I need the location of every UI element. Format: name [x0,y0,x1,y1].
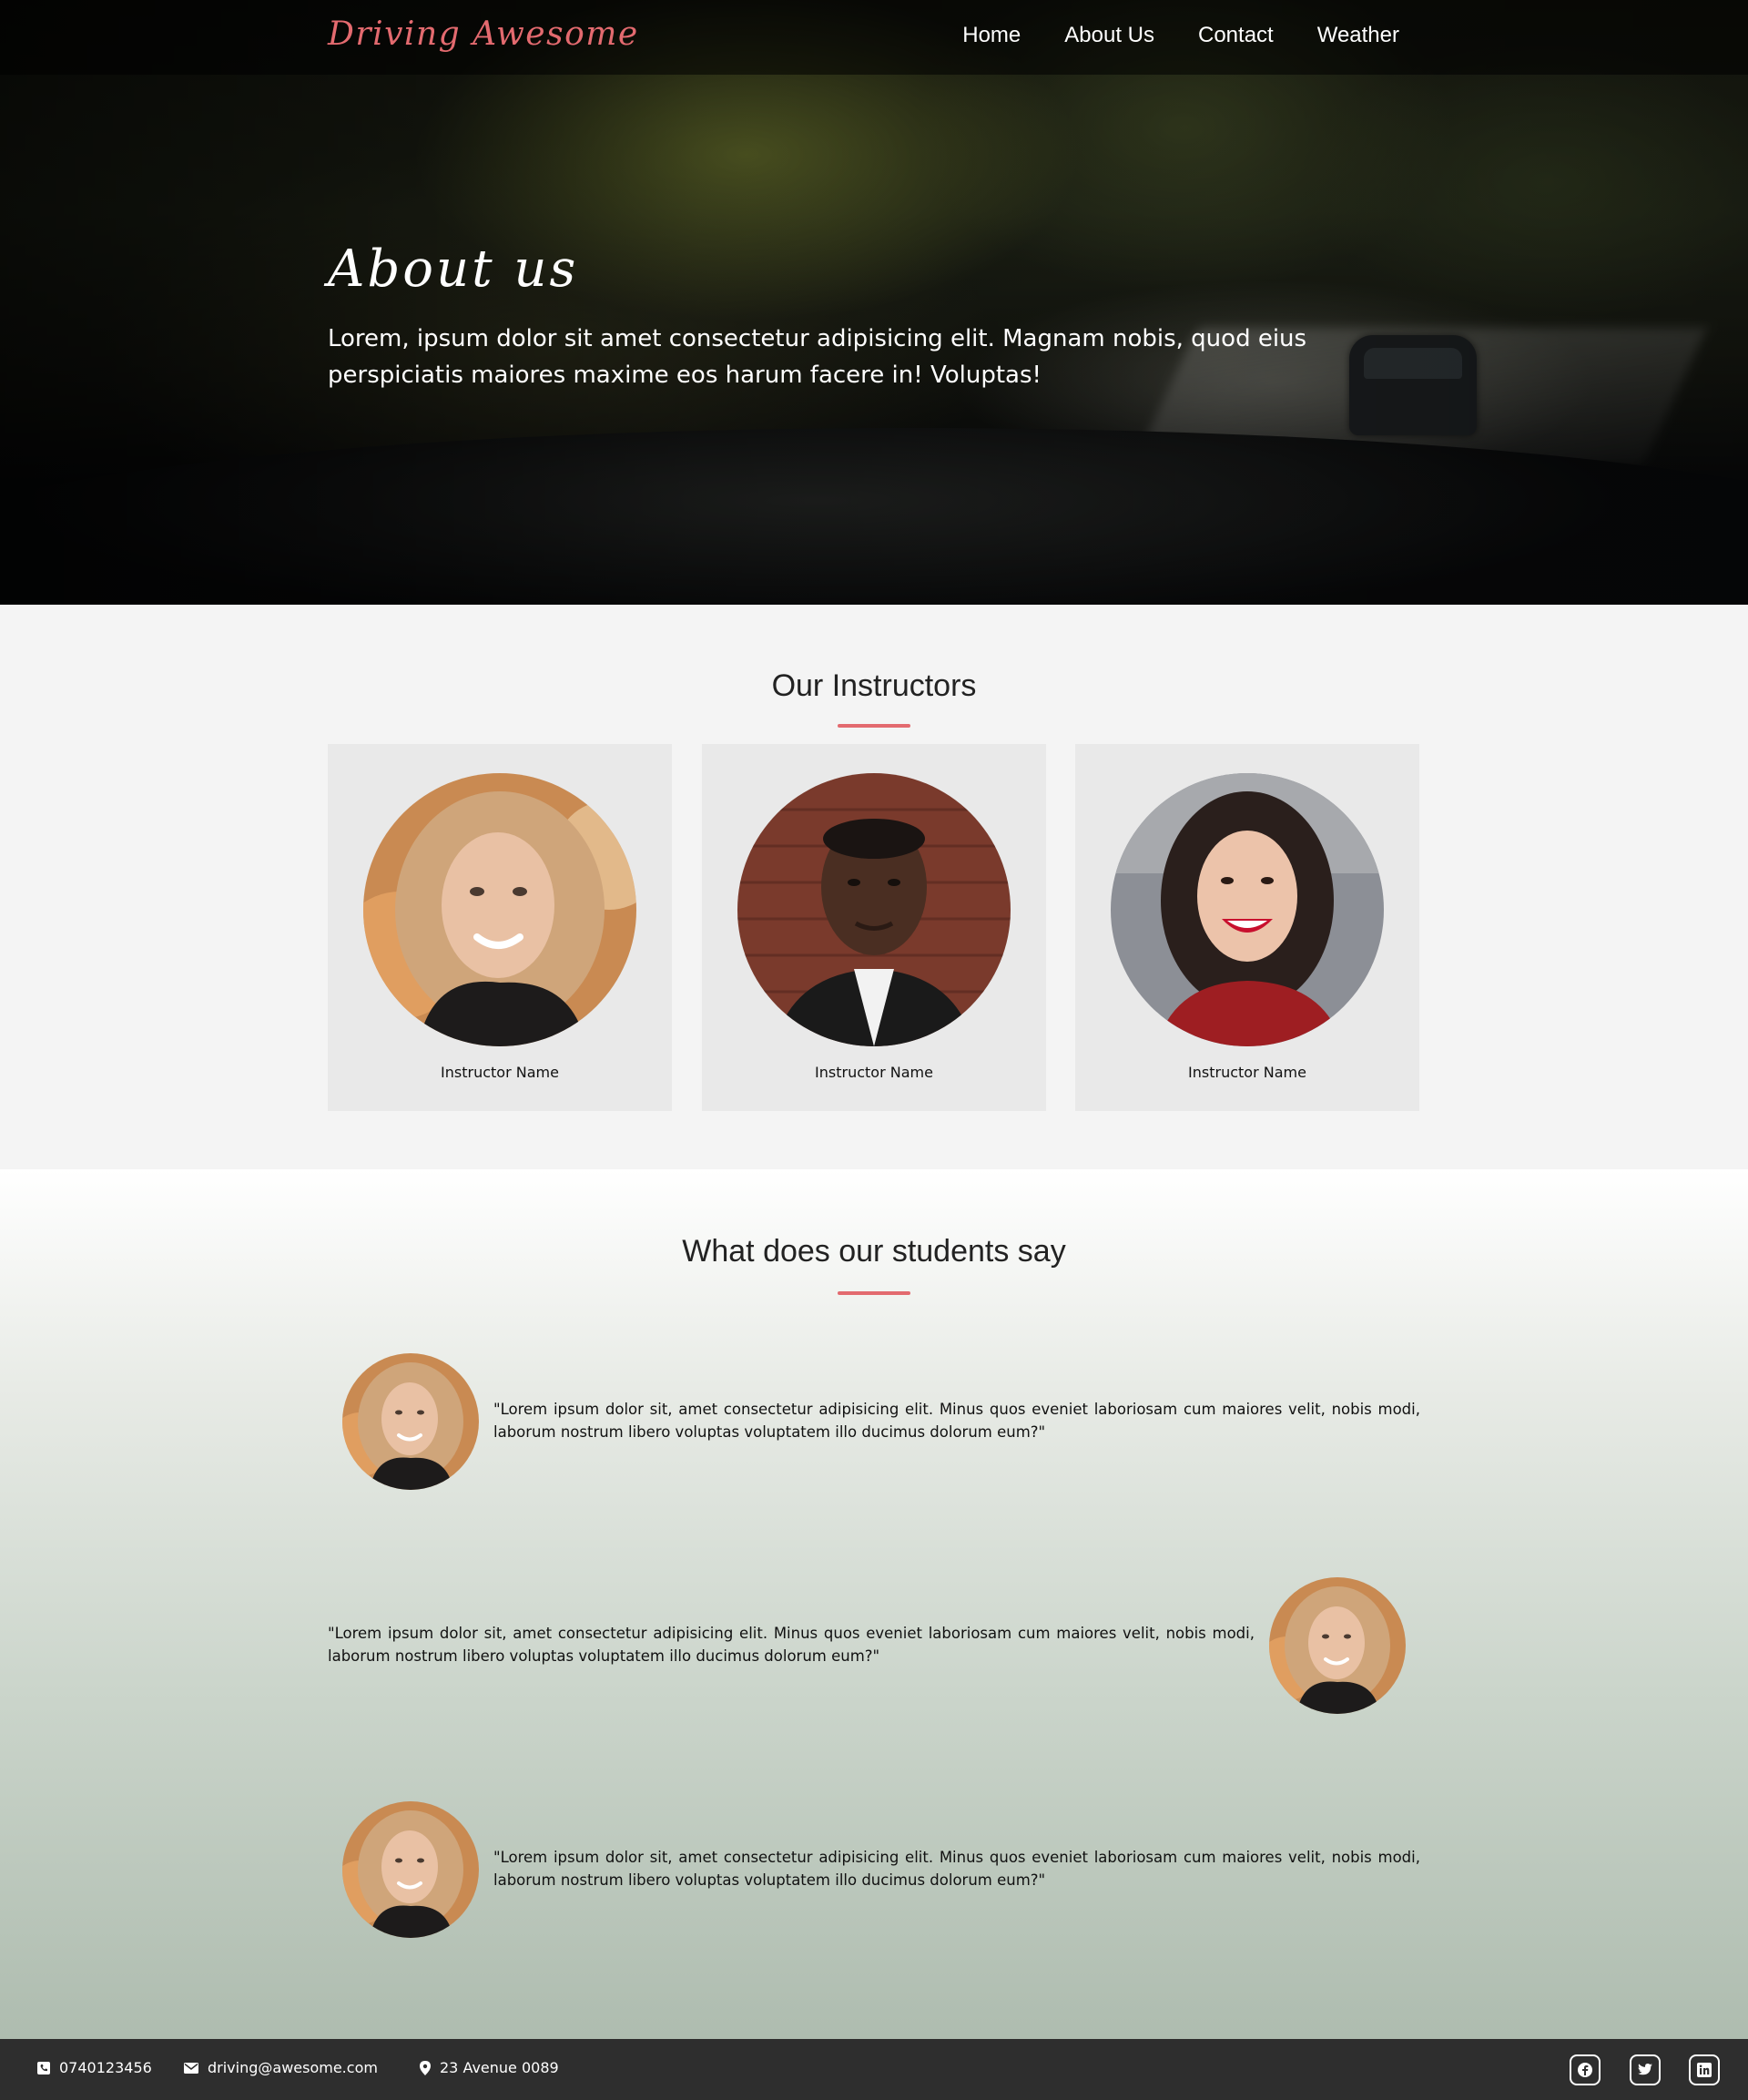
hero-section: Driving Awesome Home About Us Contact We… [0,0,1748,605]
linkedin-button[interactable] [1689,2054,1720,2085]
instructor-name: Instructor Name [441,1064,559,1081]
man-suit-portrait [737,773,1011,1046]
map-pin-icon [420,2060,431,2075]
footer-email[interactable]: driving@awesome.com [184,2059,378,2076]
hero-title: About us [328,240,579,299]
woman-blonde-portrait [342,1801,479,1938]
hero-text: Lorem, ipsum dolor sit amet consectetur … [328,325,1307,389]
facebook-button[interactable] [1570,2054,1601,2085]
twitter-button[interactable] [1630,2054,1661,2085]
instructor-card: Instructor Name [1075,744,1419,1111]
linkedin-icon [1697,2063,1712,2077]
woman-dark-hair-portrait [1111,773,1384,1046]
instructor-card: Instructor Name [702,744,1046,1111]
instructor-card: Instructor Name [328,744,672,1111]
woman-blonde-portrait [1269,1577,1406,1714]
testimonial-avatar [342,1353,479,1490]
facebook-icon [1578,2063,1592,2077]
testimonial-avatar [1269,1577,1406,1714]
nav-link-home[interactable]: Home [962,23,1021,48]
navbar: Driving Awesome Home About Us Contact We… [0,0,1748,75]
footer-email-text: driving@awesome.com [208,2059,378,2076]
brand-logo[interactable]: Driving Awesome [328,15,639,53]
instructors-section: Our Instructors Instructor Name Instruct… [0,605,1748,1169]
testimonial-quote: "Lorem ipsum dolor sit, amet consectetur… [493,1401,1420,1441]
testimonial-quote: "Lorem ipsum dolor sit, amet consectetur… [328,1625,1255,1665]
footer-phone[interactable]: 0740123456 [37,2059,152,2076]
instructor-name: Instructor Name [1188,1064,1306,1081]
footer: 0740123456 driving@awesome.com 23 Avenue… [0,2039,1748,2100]
hero-overlay [0,0,1748,605]
testimonials-title: What does our students say [682,1234,1066,1269]
instructors-title-underline [838,724,910,728]
twitter-icon [1638,2064,1652,2075]
testimonial-avatar [342,1801,479,1938]
nav-links: Home About Us Contact Weather [962,23,1399,48]
nav-link-weather[interactable]: Weather [1317,23,1399,48]
instructor-photo [737,773,1011,1046]
footer-address[interactable]: 23 Avenue 0089 [420,2059,559,2076]
footer-address-text: 23 Avenue 0089 [440,2059,559,2076]
instructor-name: Instructor Name [815,1064,933,1081]
phone-icon [37,2061,50,2075]
envelope-icon [184,2062,198,2074]
testimonials-section: What does our students say "Lorem ipsum … [0,1169,1748,2039]
woman-blonde-portrait [363,773,636,1046]
instructor-photo [363,773,636,1046]
woman-blonde-portrait [342,1353,479,1490]
instructors-title: Our Instructors [771,668,977,703]
testimonials-title-underline [838,1291,910,1295]
nav-link-about-us[interactable]: About Us [1064,23,1154,48]
testimonial-quote: "Lorem ipsum dolor sit, amet consectetur… [493,1849,1420,1889]
footer-phone-text: 0740123456 [59,2059,152,2076]
nav-link-contact[interactable]: Contact [1198,23,1274,48]
instructor-photo [1111,773,1384,1046]
